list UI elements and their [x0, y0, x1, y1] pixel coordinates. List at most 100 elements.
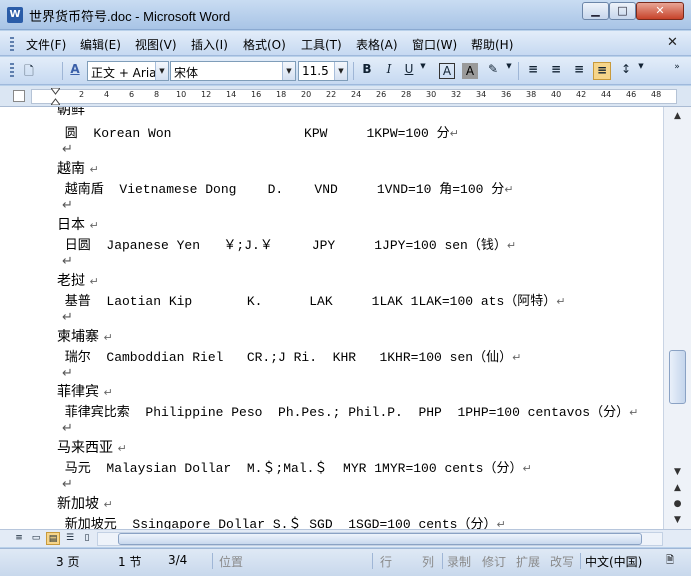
- ruler-tick: 4: [104, 90, 110, 99]
- justify-icon[interactable]: ≡: [593, 62, 611, 80]
- currency-row[interactable]: 日圆 Japanese Yen ￥;J.￥ JPY 1JPY=100 sen（钱…: [57, 234, 516, 253]
- minimize-button[interactable]: ▁: [582, 2, 609, 20]
- new-document-icon[interactable]: 🗋: [20, 62, 38, 80]
- chevron-down-icon[interactable]: ▼: [155, 62, 168, 80]
- print-layout-view-icon[interactable]: ▤: [46, 532, 60, 545]
- next-page-icon[interactable]: ▼: [669, 513, 686, 527]
- phonetic-guide-icon[interactable]: ✎: [484, 62, 502, 80]
- currency-row[interactable]: 圆 Korean Won KPW 1KPW=100 分↵: [57, 122, 459, 141]
- spelling-grammar-status-icon[interactable]: 🗎: [666, 553, 674, 570]
- menu-edit[interactable]: 编辑(E): [80, 36, 121, 53]
- underline-icon[interactable]: U: [400, 62, 418, 80]
- horizontal-scroll-thumb[interactable]: [118, 533, 642, 545]
- horizontal-scrollbar[interactable]: [97, 532, 663, 546]
- currency-row[interactable]: 马元 Malaysian Dollar M.＄;Mal.＄ MYR 1MYR=1…: [57, 457, 532, 476]
- status-separator: [372, 553, 373, 569]
- status-line: 行: [380, 555, 393, 569]
- status-overtype[interactable]: 改写: [550, 553, 574, 570]
- word-app-icon[interactable]: W: [7, 7, 23, 23]
- ruler-tick: 46: [626, 90, 637, 99]
- style-dropdown[interactable]: 正文 + Aria ▼: [87, 61, 169, 81]
- menu-file[interactable]: 文件(F): [26, 36, 66, 53]
- country-heading[interactable]: 老挝 ↵: [57, 270, 99, 290]
- country-heading[interactable]: 新加坡 ↵: [57, 493, 113, 513]
- paragraph-mark-icon: ↵: [62, 142, 73, 157]
- horizontal-ruler[interactable]: 2 4 6 8 10 12 14 16 18 20 22 24 26 28 30…: [0, 86, 691, 107]
- menu-tools[interactable]: 工具(T): [301, 36, 342, 53]
- underline-dropdown-icon[interactable]: ▼: [418, 62, 428, 80]
- previous-page-icon[interactable]: ▲: [669, 481, 686, 495]
- ruler-tick: 8: [154, 90, 160, 99]
- ruler-tick: 14: [226, 90, 237, 99]
- chevron-down-icon[interactable]: ▼: [334, 62, 347, 80]
- character-shading-icon[interactable]: A: [462, 63, 478, 79]
- toolbar-separator: [518, 62, 519, 80]
- close-document-icon[interactable]: ✕: [667, 35, 678, 50]
- vertical-scroll-thumb[interactable]: [669, 350, 686, 404]
- ruler-tick: 24: [351, 90, 362, 99]
- currency-row[interactable]: 基普 Laotian Kip K. LAK 1LAK 1LAK=100 ats（…: [57, 290, 566, 309]
- chevron-down-icon[interactable]: ▼: [282, 62, 295, 80]
- status-language[interactable]: 中文(中国): [585, 553, 642, 570]
- indent-marker-icon[interactable]: [51, 88, 60, 105]
- styles-formatting-icon[interactable]: A: [66, 62, 84, 80]
- phonetic-dropdown-icon[interactable]: ▼: [504, 62, 514, 80]
- country-heading[interactable]: 越南 ↵: [57, 158, 99, 178]
- country-heading[interactable]: 菲律宾 ↵: [57, 381, 113, 401]
- currency-row[interactable]: 菲律宾比索 Philippine Peso Ph.Pes.; Phil.P. P…: [57, 401, 639, 420]
- font-size-dropdown[interactable]: 11.5 ▼: [298, 61, 348, 81]
- paragraph-mark-icon: ↵: [522, 462, 532, 475]
- ruler-tick: 44: [601, 90, 612, 99]
- menu-grip[interactable]: [10, 37, 14, 51]
- web-layout-view-icon[interactable]: ▭: [29, 532, 43, 545]
- document-page[interactable]: 朝鲜 圆 Korean Won KPW 1KPW=100 分↵ ↵ 越南 ↵ 越…: [0, 107, 663, 529]
- status-track-changes[interactable]: 修订: [482, 553, 506, 570]
- italic-icon[interactable]: I: [380, 62, 398, 80]
- paragraph-mark-icon: ↵: [449, 127, 459, 140]
- horizontal-scroll-row: ≡ ▭ ▤ ☰ ▯: [0, 529, 691, 547]
- reading-layout-view-icon[interactable]: ▯: [80, 532, 94, 545]
- bold-icon[interactable]: B: [358, 62, 376, 80]
- currency-row[interactable]: 瑞尔 Camboddian Riel CR.;J Ri. KHR 1KHR=10…: [57, 346, 522, 365]
- country-heading[interactable]: 日本 ↵: [57, 214, 99, 234]
- select-browse-object-icon[interactable]: ●: [669, 497, 686, 511]
- currency-row[interactable]: 新加坡元 Ssingapore Dollar S.＄ SGD 1SGD=100 …: [57, 513, 506, 529]
- style-value: 正文 + Aria: [91, 66, 157, 80]
- status-extend-selection[interactable]: 扩展: [516, 553, 540, 570]
- character-border-icon[interactable]: A: [439, 63, 455, 79]
- menu-window[interactable]: 窗口(W): [412, 36, 457, 53]
- line-spacing-dropdown-icon[interactable]: ▼: [636, 62, 646, 80]
- menu-table[interactable]: 表格(A): [356, 36, 398, 53]
- menu-format[interactable]: 格式(O): [243, 36, 286, 53]
- maximize-button[interactable]: □: [609, 2, 636, 20]
- normal-view-icon[interactable]: ≡: [12, 532, 26, 545]
- close-window-button[interactable]: ✕: [636, 2, 684, 20]
- line-spacing-icon[interactable]: ↕: [617, 62, 635, 80]
- paragraph-mark-icon: ↵: [62, 421, 73, 436]
- paragraph-mark-icon: ↵: [62, 310, 73, 325]
- scroll-up-icon[interactable]: ▲: [669, 109, 686, 123]
- ruler-tick: 32: [451, 90, 462, 99]
- align-right-icon[interactable]: ≡: [570, 62, 588, 80]
- country-heading[interactable]: 柬埔寨 ↵: [57, 326, 113, 346]
- align-left-icon[interactable]: ≡: [524, 62, 542, 80]
- currency-row[interactable]: 越南盾 Vietnamese Dong D. VND 1VND=10 角=100…: [57, 178, 514, 197]
- outline-view-icon[interactable]: ☰: [63, 532, 77, 545]
- ruler-tick: 6: [129, 90, 135, 99]
- menu-insert[interactable]: 插入(I): [191, 36, 228, 53]
- toolbar-grip[interactable]: [10, 63, 14, 77]
- tab-selector-icon[interactable]: [13, 90, 25, 102]
- menu-view[interactable]: 视图(V): [135, 36, 177, 53]
- ruler-tick: 10: [176, 90, 187, 99]
- menu-help[interactable]: 帮助(H): [471, 36, 513, 53]
- font-dropdown[interactable]: 宋体 ▼: [170, 61, 296, 81]
- vertical-scrollbar[interactable]: ▲ ▼ ▲ ● ▼: [663, 107, 691, 529]
- status-record-macro[interactable]: 录制: [447, 553, 471, 570]
- toolbar-separator: [353, 62, 354, 80]
- toolbar-options-icon[interactable]: »: [670, 62, 684, 80]
- ruler-tick: 28: [401, 90, 412, 99]
- country-heading[interactable]: 马来西亚 ↵: [57, 437, 127, 457]
- center-icon[interactable]: ≡: [547, 62, 565, 80]
- scroll-down-icon[interactable]: ▼: [669, 465, 686, 479]
- country-heading[interactable]: 朝鲜: [57, 107, 85, 119]
